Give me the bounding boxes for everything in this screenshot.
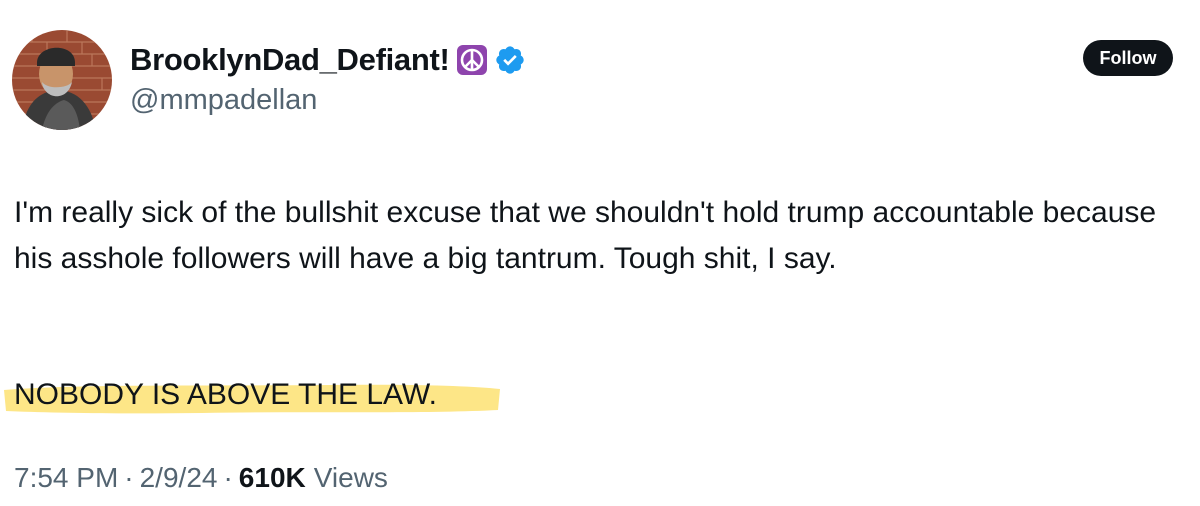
tweet-body: I'm really sick of the bullshit excuse t… bbox=[14, 190, 1164, 282]
author-display-name[interactable]: BrooklynDad_Defiant! bbox=[130, 42, 450, 78]
meta-separator: · bbox=[124, 462, 134, 493]
tweet-body-text: I'm really sick of the bullshit excuse t… bbox=[14, 196, 1157, 275]
avatar-photo bbox=[12, 30, 112, 130]
author-handle[interactable]: @mmpadellan bbox=[130, 84, 317, 117]
verified-badge-icon bbox=[494, 44, 526, 76]
tweet-date[interactable]: 2/9/24 bbox=[140, 462, 218, 494]
author-name-row: BrooklynDad_Defiant! bbox=[130, 40, 526, 80]
views-count[interactable]: 610K bbox=[239, 462, 306, 494]
meta-separator: · bbox=[223, 462, 233, 493]
follow-button[interactable]: Follow bbox=[1083, 40, 1173, 76]
tweet-card: BrooklynDad_Defiant! @mmpadellan Follow … bbox=[0, 0, 1200, 506]
tweet-meta: 7:54 PM · 2/9/24 · 610K Views bbox=[14, 462, 388, 494]
tweet-emphasis-text: NOBODY IS ABOVE THE LAW. bbox=[14, 378, 437, 411]
peace-symbol-emoji bbox=[456, 44, 488, 76]
avatar[interactable] bbox=[12, 30, 112, 130]
tweet-emphasis-line: NOBODY IS ABOVE THE LAW. bbox=[4, 372, 500, 418]
views-label: Views bbox=[313, 462, 388, 493]
tweet-time[interactable]: 7:54 PM bbox=[14, 462, 118, 494]
